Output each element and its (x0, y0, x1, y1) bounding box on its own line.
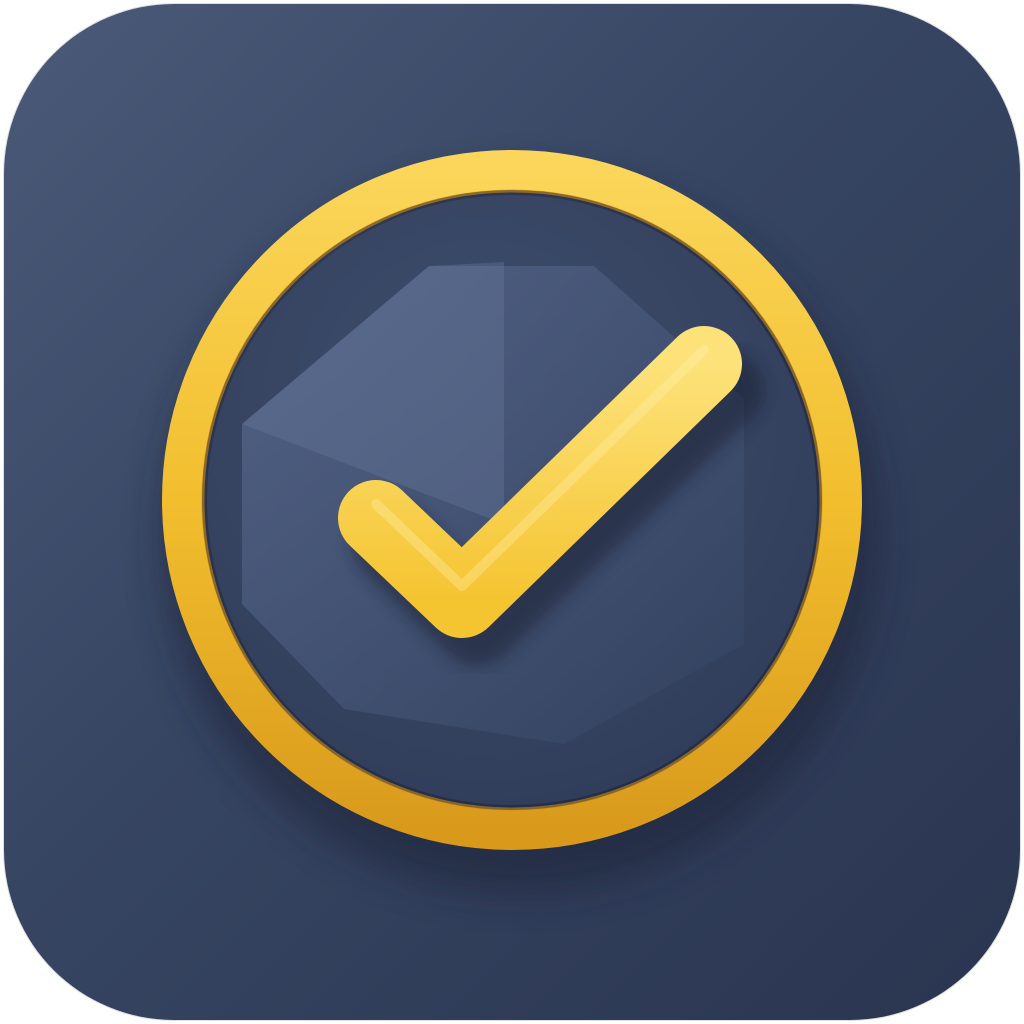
check-circle-icon (4, 4, 1020, 1020)
checkmark-app-icon[interactable] (4, 4, 1020, 1020)
app-icon-canvas (0, 0, 1024, 1024)
